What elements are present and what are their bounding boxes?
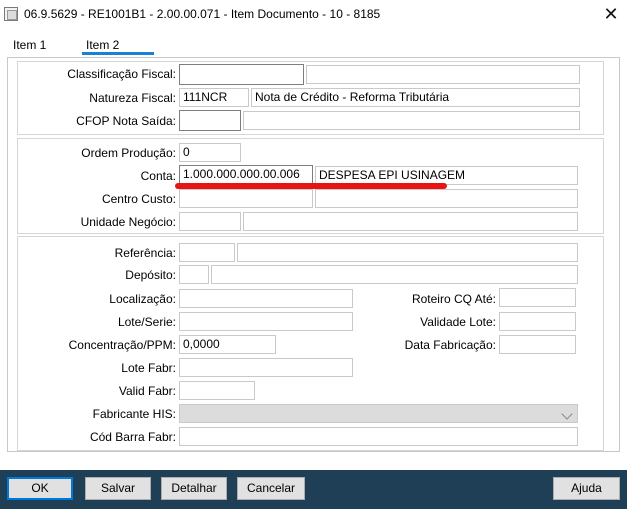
concentracao-ppm-label: Concentração/PPM: — [68, 338, 176, 352]
referencia-desc — [237, 243, 578, 262]
natureza-fiscal-input[interactable]: 111NCR — [179, 88, 249, 107]
unidade-negocio-input[interactable] — [179, 212, 241, 231]
active-tab-indicator — [82, 52, 154, 55]
referencia-input[interactable] — [179, 243, 235, 262]
ajuda-button[interactable]: Ajuda — [553, 477, 620, 500]
lote-serie-label: Lote/Serie: — [117, 315, 176, 329]
title-bar: 06.9.5629 - RE1001B1 - 2.00.00.071 - Ite… — [0, 0, 627, 30]
classificacao-fiscal-label: Classificação Fiscal: — [67, 67, 176, 81]
unidade-negocio-desc — [243, 212, 578, 231]
data-fabricacao-label: Data Fabricação: — [404, 338, 496, 352]
app-icon — [4, 7, 18, 21]
cod-barra-fabr-input[interactable] — [179, 427, 578, 446]
unidade-negocio-label: Unidade Negócio: — [80, 215, 176, 229]
deposito-input[interactable] — [179, 265, 209, 284]
centro-custo-desc — [315, 189, 578, 208]
deposito-desc — [211, 265, 578, 284]
fabricante-his-select[interactable] — [179, 404, 578, 423]
tab-item-1[interactable]: Item 1 — [13, 36, 46, 54]
salvar-button[interactable]: Salvar — [85, 477, 151, 500]
localizacao-input[interactable] — [179, 289, 353, 308]
cfop-nota-saida-desc — [243, 111, 580, 130]
cfop-nota-saida-input[interactable] — [179, 110, 241, 131]
valid-fabr-input[interactable] — [179, 381, 255, 400]
ordem-producao-label: Ordem Produção: — [81, 146, 176, 160]
lote-fabr-input[interactable] — [179, 358, 353, 377]
window-title: 06.9.5629 - RE1001B1 - 2.00.00.071 - Ite… — [24, 7, 381, 21]
deposito-label: Depósito: — [125, 268, 176, 282]
data-fabricacao-input[interactable] — [499, 335, 576, 354]
validade-lote-input[interactable] — [499, 312, 576, 331]
cod-barra-fabr-label: Cód Barra Fabr: — [89, 430, 176, 444]
close-icon[interactable]: ✕ — [600, 3, 622, 25]
centro-custo-label: Centro Custo: — [101, 192, 176, 206]
natureza-fiscal-label: Natureza Fiscal: — [89, 91, 176, 105]
roteiro-cq-ate-label: Roteiro CQ Até: — [411, 292, 496, 306]
ordem-producao-input[interactable]: 0 — [179, 143, 241, 162]
classificacao-fiscal-input[interactable] — [179, 64, 304, 85]
localizacao-label: Localização: — [109, 292, 176, 306]
concentracao-ppm-input[interactable]: 0,0000 — [179, 335, 276, 354]
centro-custo-input[interactable] — [179, 189, 313, 208]
ok-button[interactable]: OK — [7, 477, 73, 500]
cancelar-button[interactable]: Cancelar — [237, 477, 305, 500]
cfop-nota-saida-label: CFOP Nota Saída: — [76, 114, 176, 128]
roteiro-cq-ate-input[interactable] — [499, 288, 576, 307]
validade-lote-label: Validade Lote: — [420, 315, 496, 329]
lote-fabr-label: Lote Fabr: — [121, 361, 176, 375]
fabricante-his-label: Fabricante HIS: — [92, 407, 176, 421]
detalhar-button[interactable]: Detalhar — [161, 477, 227, 500]
classificacao-fiscal-desc — [306, 65, 580, 84]
valid-fabr-label: Valid Fabr: — [118, 384, 176, 398]
chevron-down-icon — [561, 408, 573, 420]
referencia-label: Referência: — [114, 246, 176, 260]
conta-label: Conta: — [140, 169, 176, 183]
lote-serie-input[interactable] — [179, 312, 353, 331]
natureza-fiscal-desc: Nota de Crédito - Reforma Tributária — [251, 88, 580, 107]
